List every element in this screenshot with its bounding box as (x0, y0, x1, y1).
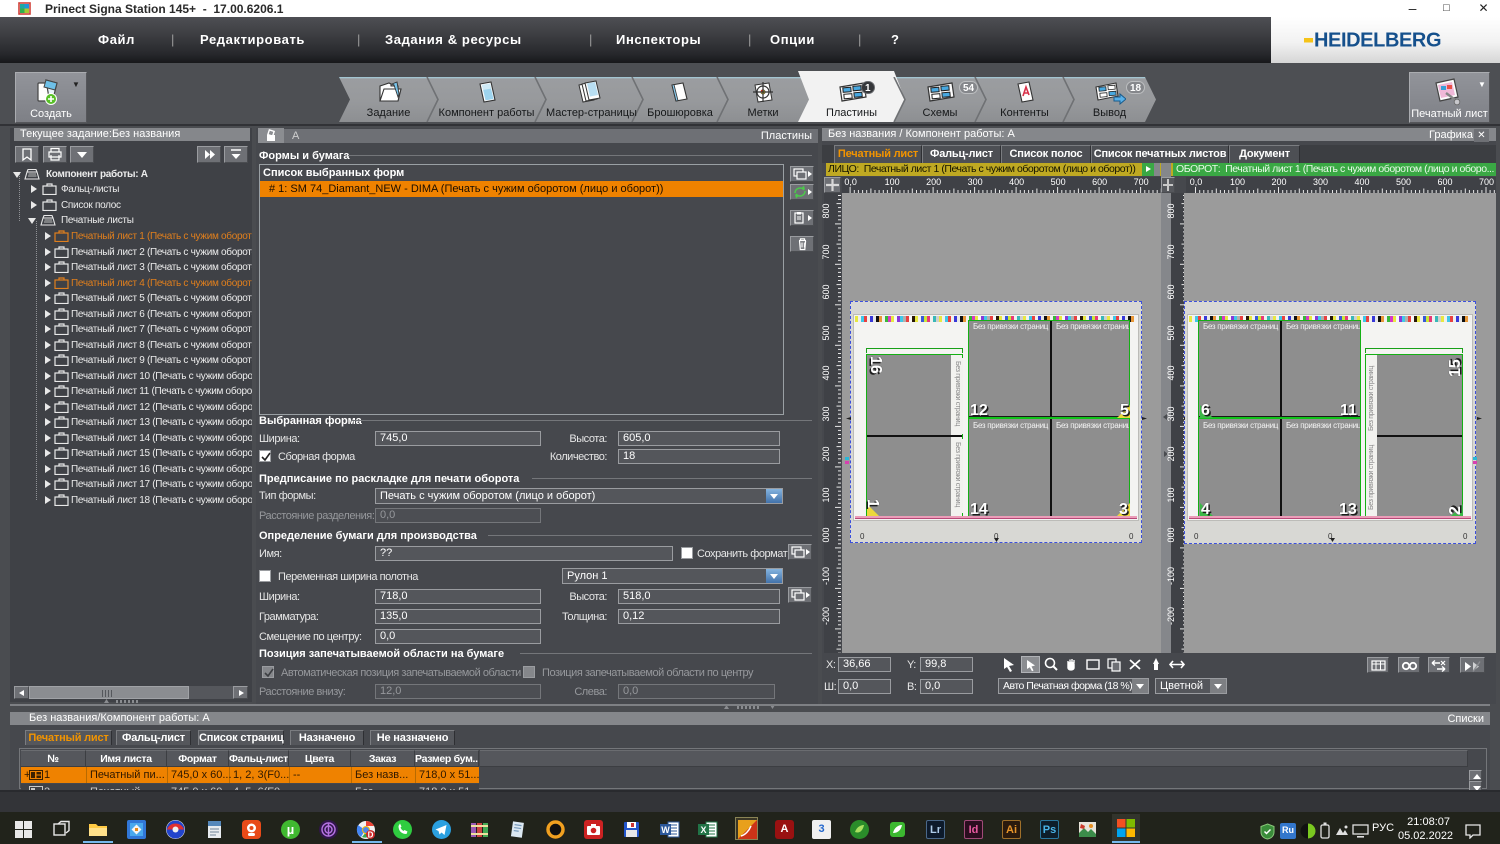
svg-text:D: D (368, 831, 374, 840)
svg-text:X: X (700, 825, 706, 835)
svg-text:W: W (661, 825, 670, 835)
